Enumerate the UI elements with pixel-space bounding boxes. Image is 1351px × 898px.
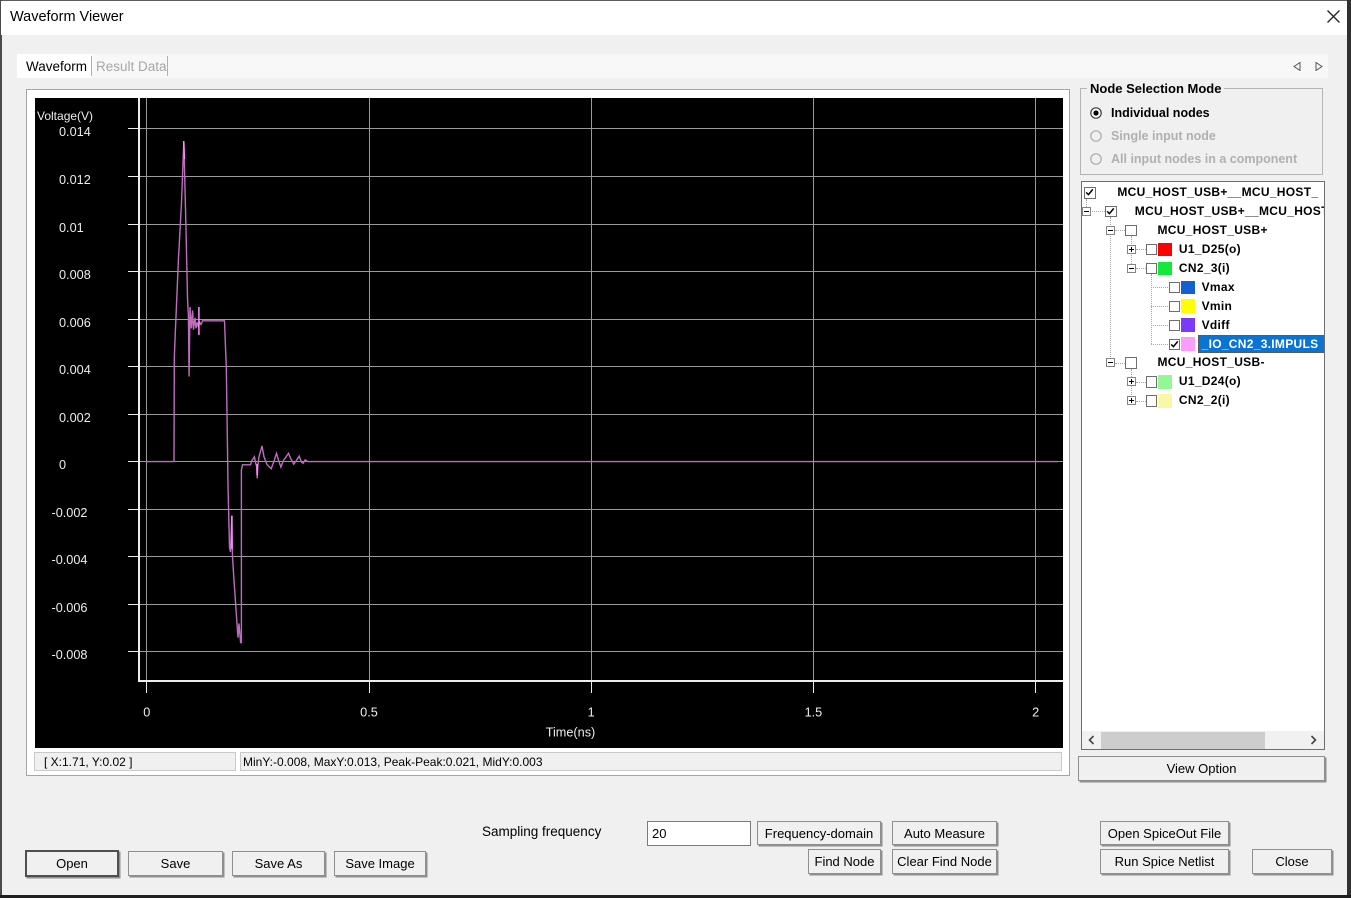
svg-text:0: 0 bbox=[59, 458, 66, 472]
svg-text:0.006: 0.006 bbox=[59, 316, 91, 330]
svg-text:0.012: 0.012 bbox=[59, 173, 91, 187]
svg-text:Voltage(V): Voltage(V) bbox=[37, 109, 93, 123]
svg-text:-0.004: -0.004 bbox=[52, 553, 88, 567]
svg-text:-0.006: -0.006 bbox=[52, 601, 88, 615]
svg-text:0.01: 0.01 bbox=[59, 221, 84, 235]
svg-text:1: 1 bbox=[588, 706, 595, 720]
svg-text:0.5: 0.5 bbox=[360, 706, 378, 720]
svg-text:-0.008: -0.008 bbox=[52, 648, 88, 662]
svg-text:1.5: 1.5 bbox=[805, 706, 823, 720]
svg-text:0.008: 0.008 bbox=[59, 268, 91, 282]
svg-text:0.002: 0.002 bbox=[59, 411, 91, 425]
svg-text:0.004: 0.004 bbox=[59, 363, 91, 377]
svg-text:2: 2 bbox=[1032, 706, 1039, 720]
svg-text:0.014: 0.014 bbox=[59, 125, 91, 139]
svg-text:0: 0 bbox=[143, 706, 150, 720]
svg-text:-0.002: -0.002 bbox=[52, 506, 88, 520]
svg-text:Time(ns): Time(ns) bbox=[546, 726, 596, 740]
